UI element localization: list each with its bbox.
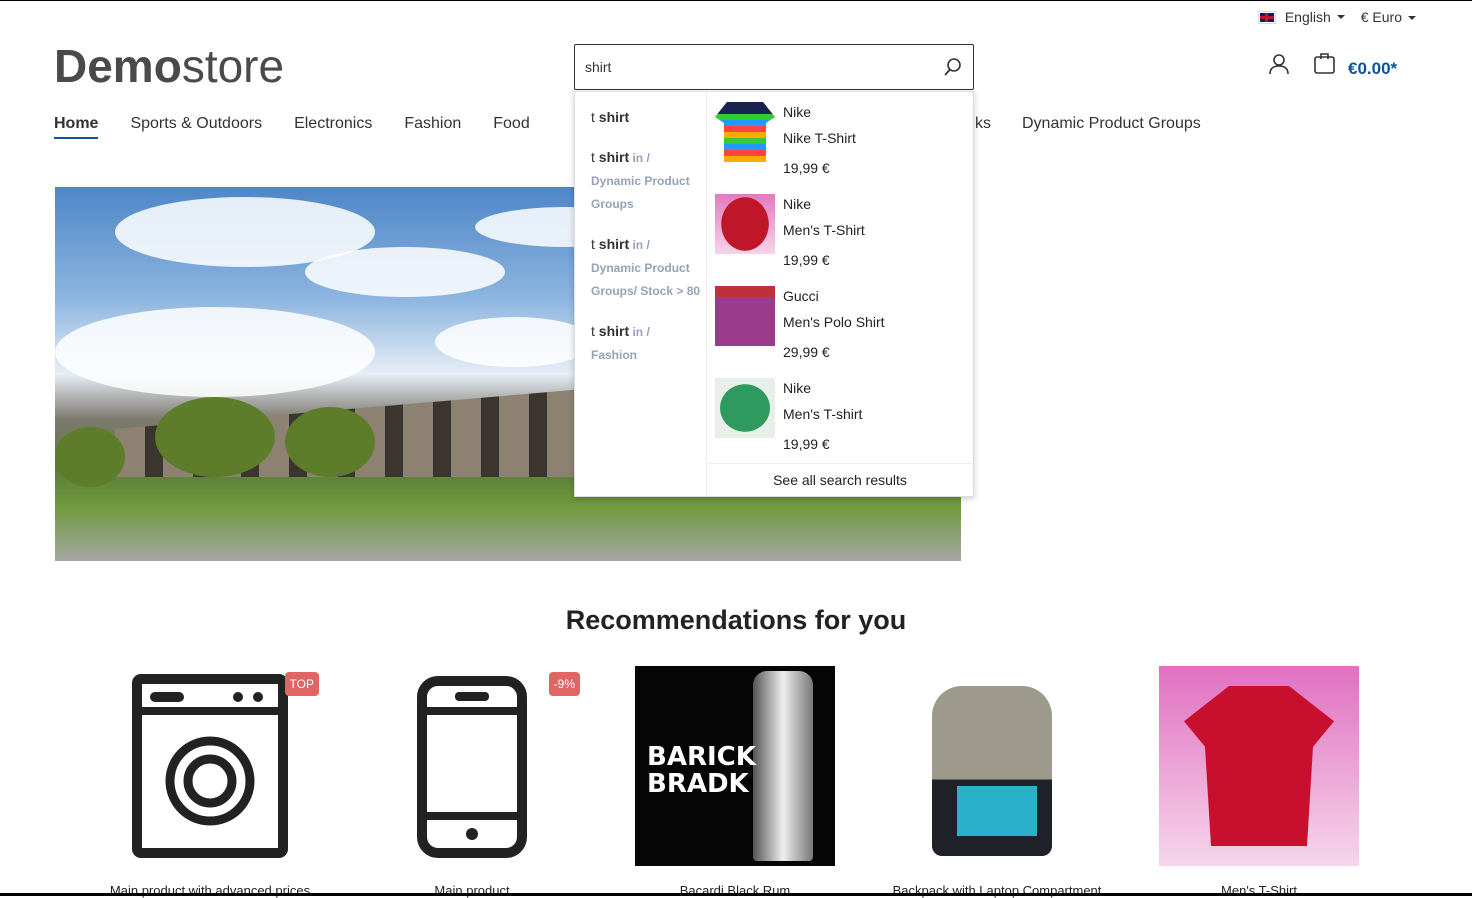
main-nav: Home Sports & Outdoors Electronics Fashi… [54, 115, 530, 139]
cart-total[interactable]: €0.00* [1348, 59, 1397, 79]
search-icon[interactable] [943, 57, 963, 77]
topbar: English € Euro [1257, 9, 1416, 25]
caret-down-icon [1336, 15, 1345, 19]
search-suggestions-dropdown: t shirt t shirt in / Dynamic Product Grou… [574, 91, 974, 497]
uk-flag-icon [1257, 10, 1276, 24]
nav-partial-item[interactable]: ks [975, 115, 991, 133]
product-results: Nike Nike T-Shirt 19,99 € Nike Men's T-Shir… [707, 92, 973, 496]
recommendations-title: Recommendations for you [565, 605, 907, 635]
nav-dynamic-product-groups[interactable]: Dynamic Product Groups [1022, 115, 1201, 133]
result-product[interactable]: Nike Men's T-shirt 19,99 € [707, 368, 973, 460]
language-selector[interactable]: English [1257, 9, 1345, 25]
product-thumbnail [715, 194, 775, 254]
suggestion-list: t shirt t shirt in / Dynamic Product Grou… [575, 92, 707, 496]
logo[interactable]: Demostore [54, 39, 284, 93]
product-image[interactable]: TOP [110, 666, 319, 866]
nav-electronics[interactable]: Electronics [294, 115, 372, 139]
smartphone-icon [417, 676, 527, 858]
cart-icon[interactable] [1313, 51, 1337, 75]
search-input[interactable]: shirt [574, 44, 974, 90]
suggestion-item[interactable]: t shirt in / Dynamic Product Groups/ Stoc… [591, 233, 706, 302]
product-thumbnail [715, 286, 775, 346]
product-image[interactable]: BARICK BRADK [635, 666, 835, 866]
suggestion-item[interactable]: t shirt [591, 106, 706, 128]
account-icon[interactable] [1268, 53, 1290, 75]
product-image[interactable] [1159, 666, 1359, 866]
nav-food[interactable]: Food [493, 115, 529, 139]
product-thumbnail [715, 378, 775, 438]
caret-down-icon [1408, 16, 1416, 21]
see-all-results-link[interactable]: See all search results [707, 463, 973, 496]
product-image[interactable]: -9% [370, 666, 580, 866]
product-thumbnail [715, 102, 775, 162]
nav-home[interactable]: Home [54, 115, 99, 139]
result-product[interactable]: Nike Nike T-Shirt 19,99 € [707, 92, 973, 184]
washing-machine-icon [132, 674, 288, 858]
currency-selector[interactable]: € Euro [1361, 9, 1416, 25]
nav-sports-outdoors[interactable]: Sports & Outdoors [130, 115, 262, 139]
product-image[interactable] [897, 666, 1097, 866]
suggestion-item[interactable]: t shirt in / Fashion [591, 320, 706, 366]
discount-badge: -9% [548, 672, 580, 696]
top-badge: TOP [284, 672, 319, 696]
nav-fashion[interactable]: Fashion [404, 115, 461, 139]
result-product[interactable]: Gucci Men's Polo Shirt 29,99 € [707, 276, 973, 368]
result-product[interactable]: Nike Men's T-Shirt 19,99 € [707, 184, 973, 276]
suggestion-item[interactable]: t shirt in / Dynamic Product Groups [591, 146, 706, 215]
